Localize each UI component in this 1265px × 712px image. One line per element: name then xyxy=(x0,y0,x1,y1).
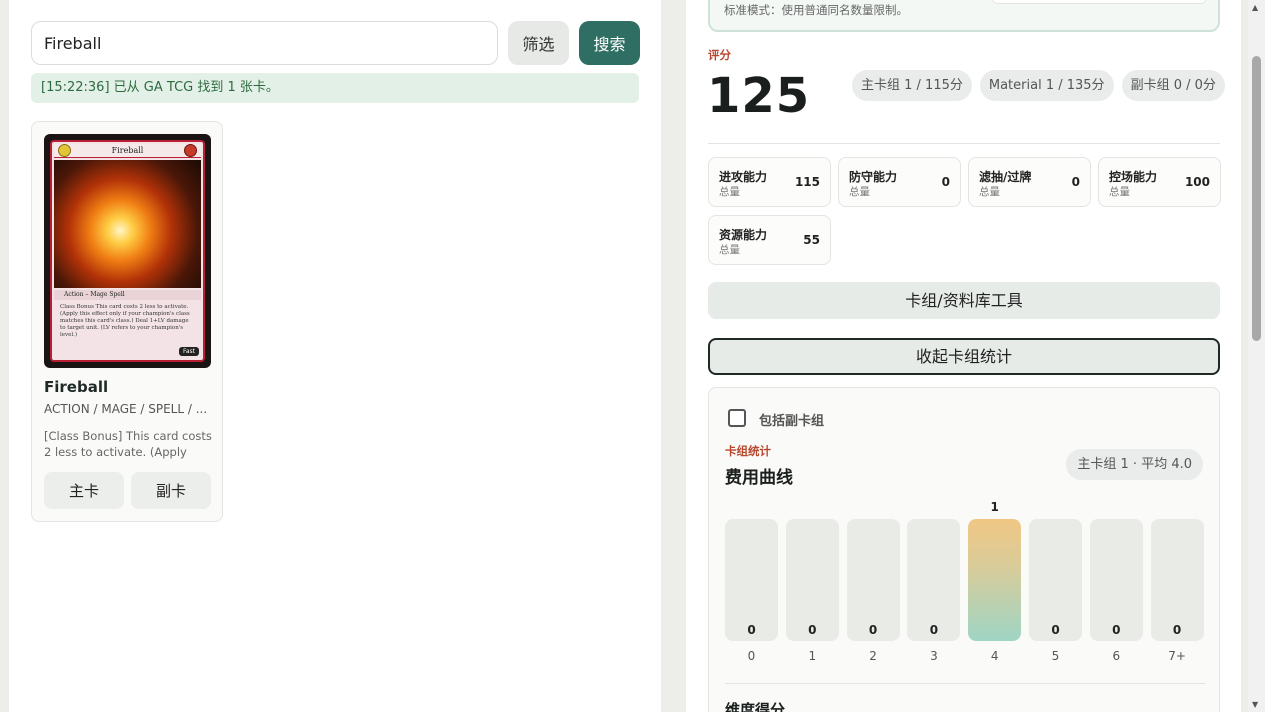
card-actions: 主卡 副卡 xyxy=(44,472,211,509)
metric-sub: 总量 xyxy=(719,244,740,256)
collapse-stats-button[interactable]: 收起卡组统计 xyxy=(708,338,1220,375)
metric-sub: 总量 xyxy=(719,186,740,198)
cost-bar-5: 05 xyxy=(1029,496,1082,666)
material-chip: Material 1 / 135分 xyxy=(979,70,1114,101)
mode-text: 标准模式：使用普通同名数量限制。 xyxy=(724,3,908,17)
deck-tools-button[interactable]: 卡组/资料库工具 xyxy=(708,282,1220,319)
element-gem-icon xyxy=(184,144,197,157)
add-to-side-button[interactable]: 副卡 xyxy=(131,472,211,509)
scrollbar-thumb[interactable] xyxy=(1252,56,1261,341)
mode-info-box: 标准模式：使用普通同名数量限制。 xyxy=(708,0,1220,32)
cost-bar-1: 01 xyxy=(785,496,839,666)
metric-resource: 资源能力 总量 55 xyxy=(708,215,831,265)
bar-value-label: 0 xyxy=(747,623,756,637)
metric-sub: 总量 xyxy=(979,186,1000,198)
cost-bar-4: 14 xyxy=(968,496,1022,666)
bar-value-label: 0 xyxy=(808,623,817,637)
bar-value-label: 0 xyxy=(1051,623,1060,637)
bar-category-label: 3 xyxy=(930,649,938,663)
deck-score: 125 xyxy=(707,68,811,124)
cost-bar-2: 02 xyxy=(846,496,900,666)
metric-value: 115 xyxy=(794,175,820,189)
bar-track xyxy=(968,519,1022,641)
bar-category-label: 6 xyxy=(1112,649,1121,663)
search-row: 筛选 搜索 xyxy=(31,21,640,65)
divider xyxy=(708,143,1220,144)
mode-toggle[interactable] xyxy=(992,0,1206,4)
card-art-speed: Fast xyxy=(178,347,199,356)
card-art-type-line: Action – Mage Spell xyxy=(54,290,201,300)
metric-name: 资源能力 xyxy=(719,228,768,242)
bar-value-label: 0 xyxy=(929,623,939,637)
fireball-illustration xyxy=(54,160,201,288)
metric-control: 控场能力 总量 100 xyxy=(1098,157,1221,207)
bar-fill xyxy=(968,519,1022,641)
deck-stats-section: 包括副卡组 卡组统计 费用曲线 主卡组 1 · 平均 4.0 000102031… xyxy=(708,387,1220,712)
metric-value: 100 xyxy=(1184,175,1210,189)
card-image[interactable]: Fireball Action – Mage Spell Class Bonus… xyxy=(44,134,211,368)
metric-value: 55 xyxy=(803,233,820,247)
metric-name: 进攻能力 xyxy=(719,170,768,184)
status-message: [15:22:36] 已从 GA TCG 找到 1 张卡。 xyxy=(31,73,639,103)
metric-attack: 进攻能力 总量 115 xyxy=(708,157,831,207)
cost-bar-3: 03 xyxy=(907,496,961,666)
metric-value: 0 xyxy=(1071,175,1080,189)
metric-name: 滤抽/过牌 xyxy=(979,170,1032,184)
include-side-label[interactable]: 包括副卡组 xyxy=(759,410,824,429)
bar-value-label: 1 xyxy=(990,500,999,514)
bar-value-label: 0 xyxy=(1112,623,1121,637)
search-button[interactable]: 搜索 xyxy=(579,21,640,65)
score-chips: 主卡组 1 / 115分 Material 1 / 135分 副卡组 0 / 0… xyxy=(852,70,1225,101)
scroll-down-arrow-icon[interactable]: ▼ xyxy=(1252,700,1258,709)
cost-bar-6: 06 xyxy=(1089,496,1143,666)
page-scrollbar[interactable]: ▲ ▼ xyxy=(1248,0,1265,712)
cost-curve-chart: 0 0 0 1 0 2 0 3 1 4 0 5 0 6 0 7+ xyxy=(725,496,1205,666)
metric-name: 防守能力 xyxy=(849,170,898,184)
card-name: Fireball xyxy=(44,378,109,396)
cost-bar-7+: 0 7+ xyxy=(1150,496,1204,666)
card-art-name: Fireball xyxy=(54,144,201,158)
bar-category-label: 0 xyxy=(747,649,756,663)
metric-value: 0 xyxy=(941,175,950,189)
metric-filter-draw: 滤抽/过牌 总量 0 xyxy=(968,157,1091,207)
bar-category-label: 1 xyxy=(808,649,817,663)
side-deck-chip: 副卡组 0 / 0分 xyxy=(1121,70,1225,101)
cost-gem-icon xyxy=(58,144,71,157)
divider xyxy=(725,683,1205,684)
cost-bar-0: 00 xyxy=(725,496,778,666)
metric-name: 控场能力 xyxy=(1109,170,1158,184)
cost-curve-title: 费用曲线 xyxy=(725,468,793,488)
dimension-score-title: 维度得分 xyxy=(725,701,786,712)
score-label: 评分 xyxy=(708,48,731,62)
main-deck-chip: 主卡组 1 / 115分 xyxy=(852,70,972,101)
bar-category-label: 4 xyxy=(990,649,999,663)
include-side-checkbox[interactable] xyxy=(728,409,746,427)
card-types: ACTION / MAGE / SPELL / ... xyxy=(44,402,208,416)
filter-button[interactable]: 筛选 xyxy=(508,21,569,65)
bar-value-label: 0 xyxy=(1172,623,1182,637)
bar-value-label: 0 xyxy=(868,623,878,637)
curve-summary-chip: 主卡组 1 · 平均 4.0 xyxy=(1066,449,1203,480)
search-panel: 筛选 搜索 [15:22:36] 已从 GA TCG 找到 1 张卡。 Fire… xyxy=(9,0,661,712)
metric-sub: 总量 xyxy=(1109,186,1130,198)
card-art-rules-text: Class Bonus This card costs 2 less to ac… xyxy=(60,304,190,338)
bar-category-label: 5 xyxy=(1051,649,1060,663)
scroll-up-arrow-icon[interactable]: ▲ xyxy=(1252,3,1258,12)
metric-defense: 防守能力 总量 0 xyxy=(838,157,961,207)
deck-panel: 标准模式：使用普通同名数量限制。 评分 125 主卡组 1 / 115分 Mat… xyxy=(686,0,1241,712)
card-search-input[interactable] xyxy=(31,21,498,65)
card-description: [Class Bonus] This card costs 2 less to … xyxy=(44,429,212,459)
card-frame: Fireball Action – Mage Spell Class Bonus… xyxy=(50,140,205,362)
metric-sub: 总量 xyxy=(849,186,870,198)
stats-eyebrow: 卡组统计 xyxy=(725,444,771,458)
card-result[interactable]: Fireball Action – Mage Spell Class Bonus… xyxy=(31,121,223,522)
bar-category-label: 2 xyxy=(869,649,877,663)
bar-category-label: 7+ xyxy=(1168,649,1186,663)
add-to-main-button[interactable]: 主卡 xyxy=(44,472,124,509)
